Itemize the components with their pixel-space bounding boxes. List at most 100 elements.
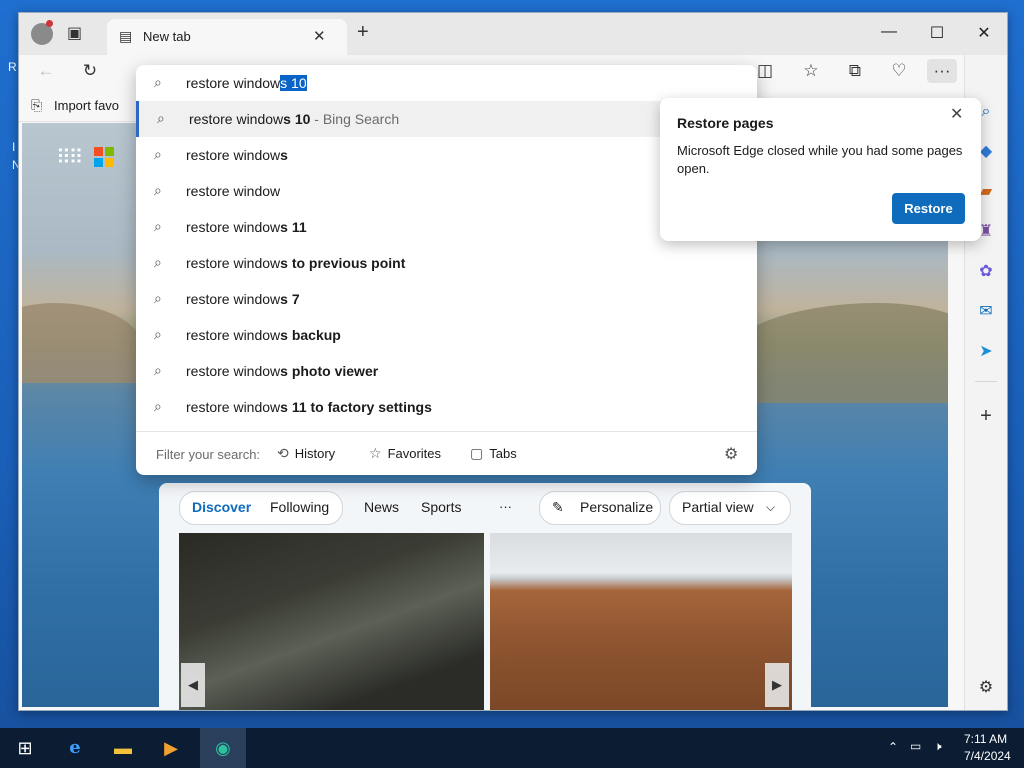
tab-sports[interactable]: Sports xyxy=(421,499,461,515)
address-input[interactable]: restore windows 10 xyxy=(186,75,307,91)
tab-strip: ▣ ▤ New tab ✕ + — ☐ ✕ xyxy=(19,13,1007,55)
maximize-button[interactable]: ☐ xyxy=(922,23,952,43)
search-icon: ⌕ xyxy=(154,254,162,270)
refresh-icon[interactable]: ↻ xyxy=(75,61,105,81)
desktop-label-fragment: R xyxy=(8,60,17,74)
tabs-icon: ▢ xyxy=(470,445,484,461)
search-icon: ⌕ xyxy=(154,74,162,90)
address-bar[interactable]: ⌕ restore windows 10 xyxy=(136,65,757,101)
layout-dropdown[interactable]: Partial view ⌵ xyxy=(669,491,791,525)
carousel-prev-button[interactable]: ◀ xyxy=(181,663,205,707)
newtab-page-icon: ▤ xyxy=(119,28,133,44)
profile-avatar[interactable] xyxy=(31,20,53,45)
suggestion-text: restore windows to previous point xyxy=(186,255,406,271)
filter-history[interactable]: ⟲ History xyxy=(277,445,335,462)
search-icon: ⌕ xyxy=(154,182,162,198)
tab-discover[interactable]: Discover xyxy=(192,492,251,522)
autocomplete-selection: s 10 xyxy=(280,75,307,91)
tab-label: New tab xyxy=(143,29,191,44)
filter-favorites[interactable]: ☆ Favorites xyxy=(369,445,441,462)
apps-grid-icon[interactable]: ⠿⠿ xyxy=(56,145,83,170)
outlook-icon[interactable]: ✉ xyxy=(973,299,999,325)
history-icon: ⟲ xyxy=(277,445,289,461)
file-explorer-icon[interactable]: ▬ xyxy=(108,734,138,762)
suggestion-text: restore windows 11 to factory settings xyxy=(186,399,432,415)
suggestion-text: restore windows photo viewer xyxy=(186,363,379,379)
tab-close-icon[interactable]: ✕ xyxy=(313,27,326,45)
suggestion-text: restore windows 7 xyxy=(186,291,300,307)
personalize-icon: ✎ xyxy=(552,499,564,515)
minimize-button[interactable]: — xyxy=(874,23,904,41)
sidebar-divider xyxy=(975,381,997,382)
tab-following[interactable]: Following xyxy=(270,492,329,522)
feed-tabs-group: Discover Following xyxy=(179,491,343,525)
media-player-icon[interactable]: ▶ xyxy=(156,734,186,762)
volume-muted-icon[interactable]: 🕨 xyxy=(934,739,942,754)
more-tabs-button[interactable]: ··· xyxy=(499,499,512,514)
feed-article-image[interactable] xyxy=(490,533,792,710)
internet-explorer-icon[interactable]: e xyxy=(60,734,90,762)
send-icon[interactable]: ➤ xyxy=(973,339,999,365)
microsoft-logo-icon xyxy=(94,147,114,167)
new-tab-plus-icon[interactable]: + xyxy=(357,21,369,44)
background-hill xyxy=(22,303,142,383)
windows-start-icon[interactable]: ⊞ xyxy=(10,734,40,762)
suggestion-item[interactable]: ⌕ restore windows 7 xyxy=(136,281,757,317)
personalize-label: Personalize xyxy=(580,499,654,515)
popup-message: Microsoft Edge closed while you had some… xyxy=(677,143,963,176)
chevron-down-icon: ⌵ xyxy=(766,500,776,514)
close-icon[interactable]: ✕ xyxy=(950,104,963,124)
favorites-star-icon[interactable]: ☆ xyxy=(796,61,826,81)
search-icon: ⌕ xyxy=(157,110,165,126)
suggestion-item[interactable]: ⌕ restore windows 11 to factory settings xyxy=(136,389,757,425)
back-arrow-icon[interactable]: ← xyxy=(31,61,61,81)
filter-label: Filter your search: xyxy=(156,447,261,462)
import-icon: ⎘ xyxy=(31,97,43,113)
star-icon: ☆ xyxy=(369,445,382,461)
browser-window: ▣ ▤ New tab ✕ + — ☐ ✕ ← ↻ ◫ ☆ ⧉ ♡ ··· ⎘ … xyxy=(18,12,1008,711)
desktop-label-fragment: I xyxy=(12,140,16,154)
collections-icon[interactable]: ⧉ xyxy=(840,61,870,81)
suggestion-item[interactable]: ⌕ restore windows backup xyxy=(136,317,757,353)
import-favorites-link[interactable]: Import favo xyxy=(54,98,119,113)
edge-taskbar-icon[interactable]: ◉ xyxy=(200,728,246,768)
search-settings-gear-icon[interactable]: ⚙ xyxy=(724,444,738,464)
search-icon: ⌕ xyxy=(154,218,162,234)
restore-pages-popup: Restore pages ✕ Microsoft Edge closed wh… xyxy=(660,98,981,241)
search-icon: ⌕ xyxy=(154,290,162,306)
suggestion-text: restore windows backup xyxy=(186,327,341,343)
suggestion-item[interactable]: ⌕ restore windows to previous point xyxy=(136,245,757,281)
close-window-button[interactable]: ✕ xyxy=(969,23,999,43)
search-icon: ⌕ xyxy=(154,398,162,414)
tab-news[interactable]: News xyxy=(364,499,399,515)
suggestion-text: restore windows 10 - Bing Search xyxy=(189,111,400,127)
news-feed-card: Discover Following News Sports ··· ✎ Per… xyxy=(159,483,811,710)
clock-time[interactable]: 7:11 AM xyxy=(964,732,1007,746)
workspaces-icon[interactable]: ▣ xyxy=(67,23,82,43)
filter-tabs[interactable]: ▢ Tabs xyxy=(470,445,517,462)
suggestion-item[interactable]: ⌕ restore windows photo viewer xyxy=(136,353,757,389)
more-menu-icon[interactable]: ··· xyxy=(927,59,957,83)
search-icon: ⌕ xyxy=(154,146,162,162)
search-icon: ⌕ xyxy=(154,326,162,342)
restore-button[interactable]: Restore xyxy=(892,193,965,224)
personalize-button[interactable]: ✎ Personalize xyxy=(539,491,661,525)
add-icon[interactable]: + xyxy=(973,403,999,429)
search-filter-row: Filter your search: ⟲ History ☆ Favorites … xyxy=(136,431,757,476)
suggestion-text: restore windows 11 xyxy=(186,219,307,235)
browser-essentials-icon[interactable]: ♡ xyxy=(884,61,914,81)
microsoft-365-icon[interactable]: ✿ xyxy=(973,259,999,285)
layout-label: Partial view xyxy=(682,499,754,515)
tray-chevron-icon[interactable]: ⌃ xyxy=(888,740,898,754)
network-icon[interactable]: ▭ xyxy=(910,739,921,753)
clock-date[interactable]: 7/4/2024 xyxy=(964,749,1011,763)
search-icon: ⌕ xyxy=(154,362,162,378)
notification-dot xyxy=(46,20,53,27)
popup-title: Restore pages xyxy=(677,115,774,131)
feed-article-image[interactable] xyxy=(179,533,484,710)
carousel-next-button[interactable]: ▶ xyxy=(765,663,789,707)
suggestion-text: restore window xyxy=(186,183,281,199)
settings-gear-icon[interactable]: ⚙ xyxy=(973,675,999,701)
tab-new-tab[interactable]: ▤ New tab ✕ xyxy=(107,19,347,55)
suggestion-text: restore windows xyxy=(186,147,288,163)
